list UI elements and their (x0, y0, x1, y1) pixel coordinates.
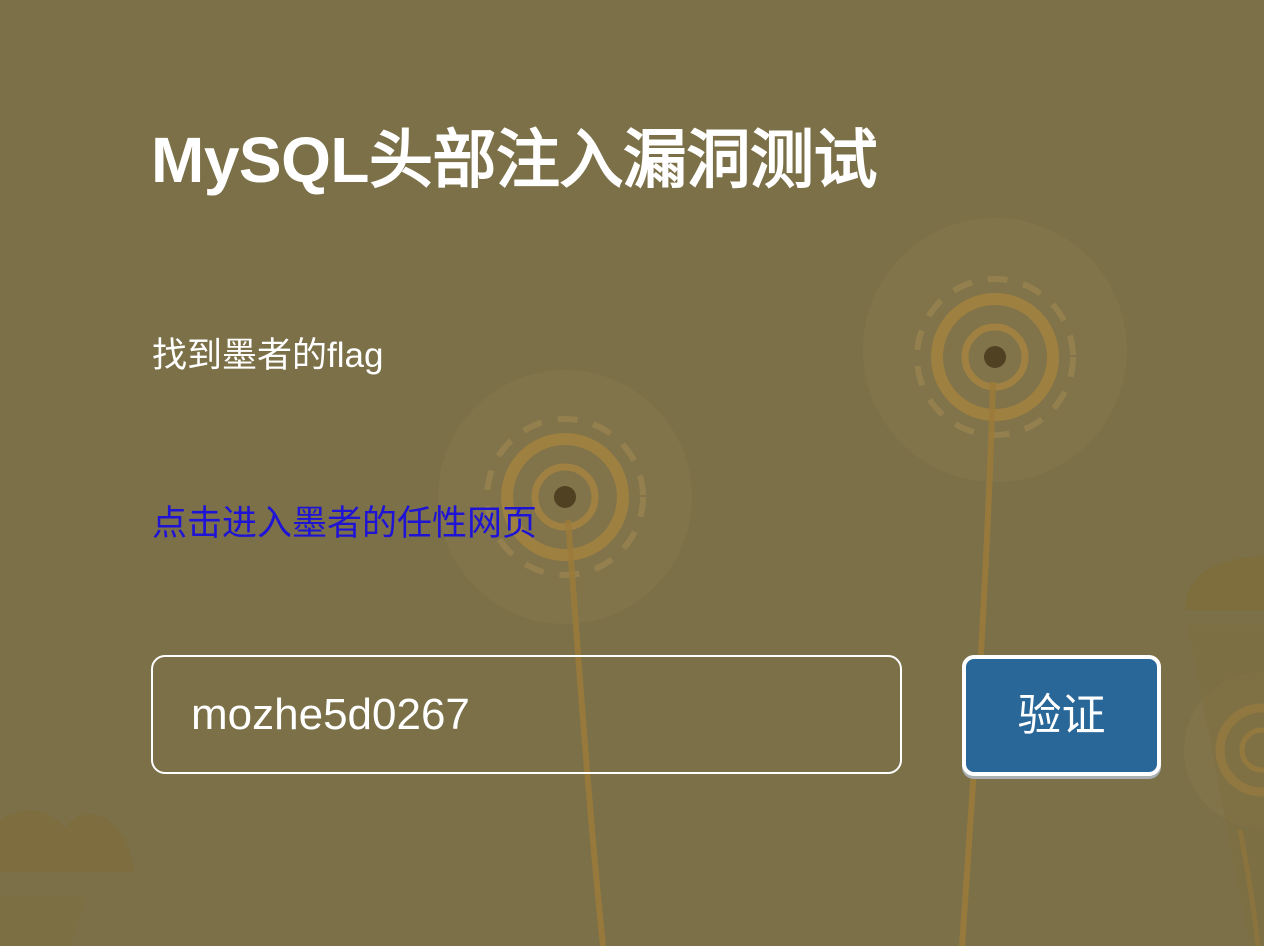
verify-button[interactable]: 验证 (962, 655, 1161, 776)
flag-input[interactable] (151, 655, 902, 774)
task-description: 找到墨者的flag (152, 336, 384, 375)
enter-webpage-link[interactable]: 点击进入墨者的任性网页 (152, 502, 537, 546)
page-title: MySQL头部注入漏洞测试 (151, 124, 877, 196)
main-content: MySQL头部注入漏洞测试 找到墨者的flag 点击进入墨者的任性网页 验证 (0, 0, 1264, 946)
